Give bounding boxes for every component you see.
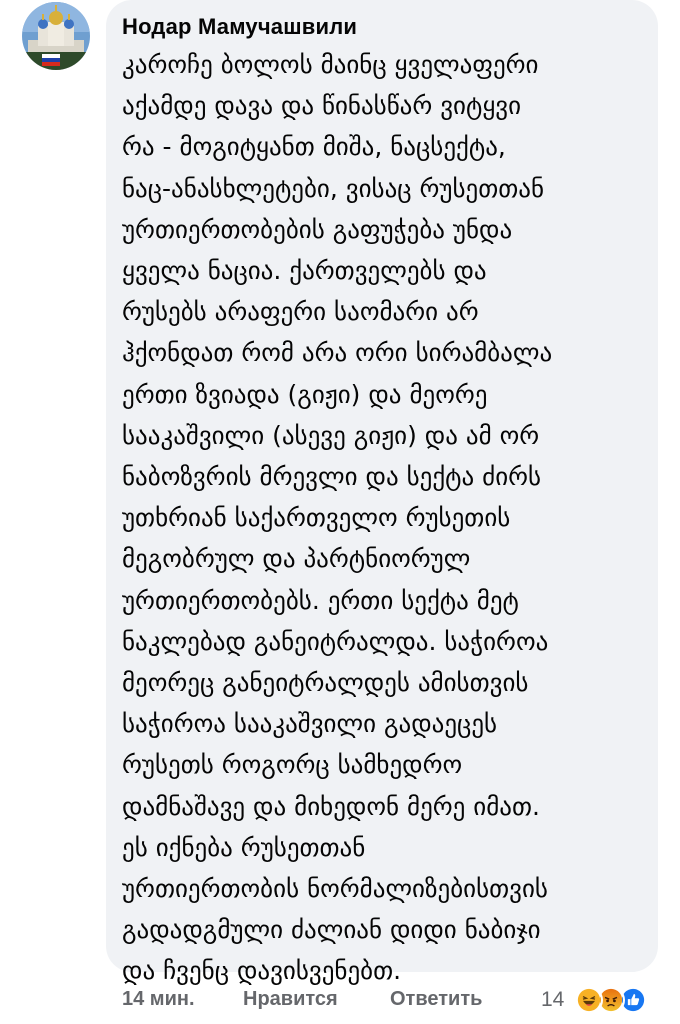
comment-line: ურთიერთობებს. ერთი სექტა მეტ xyxy=(122,585,519,615)
comment-line: ნაკლებად განეიტრალდა. საჭიროა xyxy=(122,626,549,656)
comment-author[interactable]: Нодар Мамучашвили xyxy=(122,14,357,40)
comment-line: რუსეთს როგორც სამხედრო xyxy=(122,750,463,780)
comment-line: ურთიერთობის ნორმალიზებისთვის xyxy=(122,874,548,904)
comment-line: კაროჩე ბოლოს მაინც ყველაფერი xyxy=(122,50,539,79)
comment-line: აქამდე დავა და წინასწარ ვიტყვი xyxy=(122,91,522,121)
comment-line: ნაც-ანასხლეტები, ვისაც რუსეთთან xyxy=(122,173,545,203)
comment-line: რა - მოგიტყანთ მიშა, ნაცსექტა, xyxy=(122,132,506,162)
comment-text: კაროჩე ბოლოს მაინც ყველაფერი აქამდე დავა… xyxy=(122,44,652,992)
avatar[interactable] xyxy=(22,2,90,70)
comment-line: საჭიროა სააკაშვილი გადაეცეს xyxy=(122,709,498,739)
comment-line: ურთიერთობების გაფუჭება უნდა xyxy=(122,214,513,244)
comment-line: ჰქონდათ რომ არა ორი სირამბალა xyxy=(122,338,553,368)
like-button[interactable]: Нравится xyxy=(243,988,338,1011)
comment-line: ყველა ნაცია. ქართველებს და xyxy=(122,256,487,286)
comment-line: მეგობრულ და პარტნიორულ xyxy=(122,544,471,574)
comment-line: ეს იქნება რუსეთთან xyxy=(122,832,366,862)
comment-timestamp[interactable]: 14 мин. xyxy=(122,988,195,1011)
haha-icon xyxy=(575,986,603,1014)
reactions-summary[interactable] xyxy=(575,986,665,1016)
comment-line: დამნაშავე და მიხედონ მერე იმათ. xyxy=(122,791,540,821)
comment-line: ნაბოზვრის მრევლი და სექტა ძირს xyxy=(122,462,542,492)
avatar-image xyxy=(22,2,90,70)
comment-line: და ჩვენც დავისვენებთ. xyxy=(122,956,402,986)
comment-line: გადადგმული ძალიან დიდი ნაბიჯი xyxy=(122,915,541,945)
comment-line: ერთი ზვიადა (გიჟი) და მეორე xyxy=(122,379,488,409)
reply-button[interactable]: Ответить xyxy=(390,988,482,1011)
comment-line: რუსებს არაფერი საომარი არ xyxy=(122,297,479,327)
reaction-count[interactable]: 14 xyxy=(541,988,564,1012)
comment-line: უთხრიან საქართველო რუსეთის xyxy=(122,503,511,533)
comment-footer: 14 мин. Нравится Ответить 14 xyxy=(0,986,680,1018)
comment-line: მეორეც განეიტრალდეს ამისთვის xyxy=(122,668,529,698)
comment-line: სააკაშვილი (ასევე გიჟი) და ამ ორ xyxy=(122,420,540,450)
russian-flag-icon xyxy=(42,54,60,66)
